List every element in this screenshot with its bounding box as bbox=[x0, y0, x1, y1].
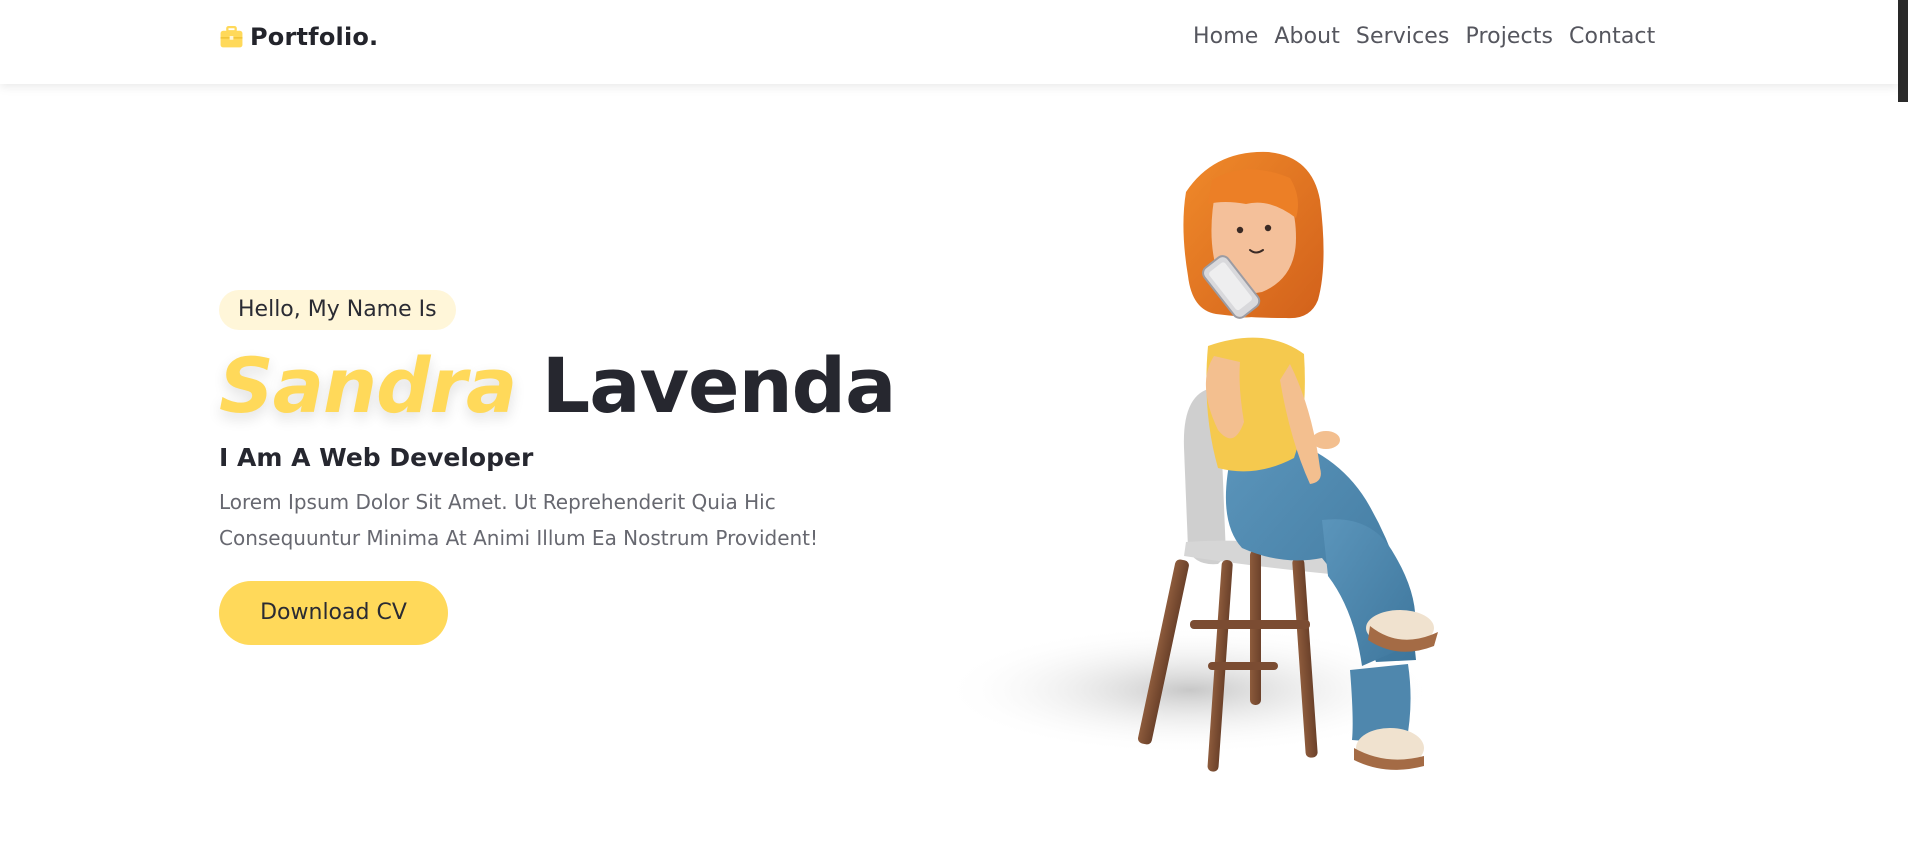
greeting-badge: Hello, My Name Is bbox=[219, 290, 456, 330]
hero-first-name: Sandra bbox=[219, 341, 517, 430]
nav-link-contact[interactable]: Contact bbox=[1569, 22, 1655, 52]
navbar: Portfolio. Home About Services Projects … bbox=[0, 0, 1898, 84]
figure-eye-left bbox=[1236, 226, 1244, 234]
hero-role: I Am A Web Developer bbox=[219, 443, 534, 472]
page-scrollbar[interactable] bbox=[1898, 0, 1908, 845]
hero-last-name: Lavenda bbox=[541, 341, 897, 430]
figure-hand-right bbox=[1312, 431, 1340, 449]
nav-link-about[interactable]: About bbox=[1274, 22, 1340, 52]
hero-name: Sandra Lavenda bbox=[219, 347, 939, 425]
main-nav: Home About Services Projects Contact bbox=[1193, 22, 1671, 52]
hero-illustration bbox=[950, 151, 1440, 772]
hero-intro: Hello, My Name Is Sandra Lavenda I Am A … bbox=[219, 290, 939, 645]
logo-text: Portfolio. bbox=[250, 23, 379, 51]
briefcase-icon bbox=[220, 25, 243, 48]
figure-eye-right bbox=[1264, 224, 1272, 232]
logo-link[interactable]: Portfolio. bbox=[219, 23, 378, 51]
download-cv-button[interactable]: Download CV bbox=[219, 581, 448, 645]
nav-link-services[interactable]: Services bbox=[1356, 22, 1450, 52]
nav-link-home[interactable]: Home bbox=[1193, 22, 1258, 52]
hero-description: Lorem Ipsum Dolor Sit Amet. Ut Reprehend… bbox=[219, 490, 819, 550]
scrollbar-thumb[interactable] bbox=[1898, 0, 1908, 102]
nav-link-projects[interactable]: Projects bbox=[1466, 22, 1554, 52]
